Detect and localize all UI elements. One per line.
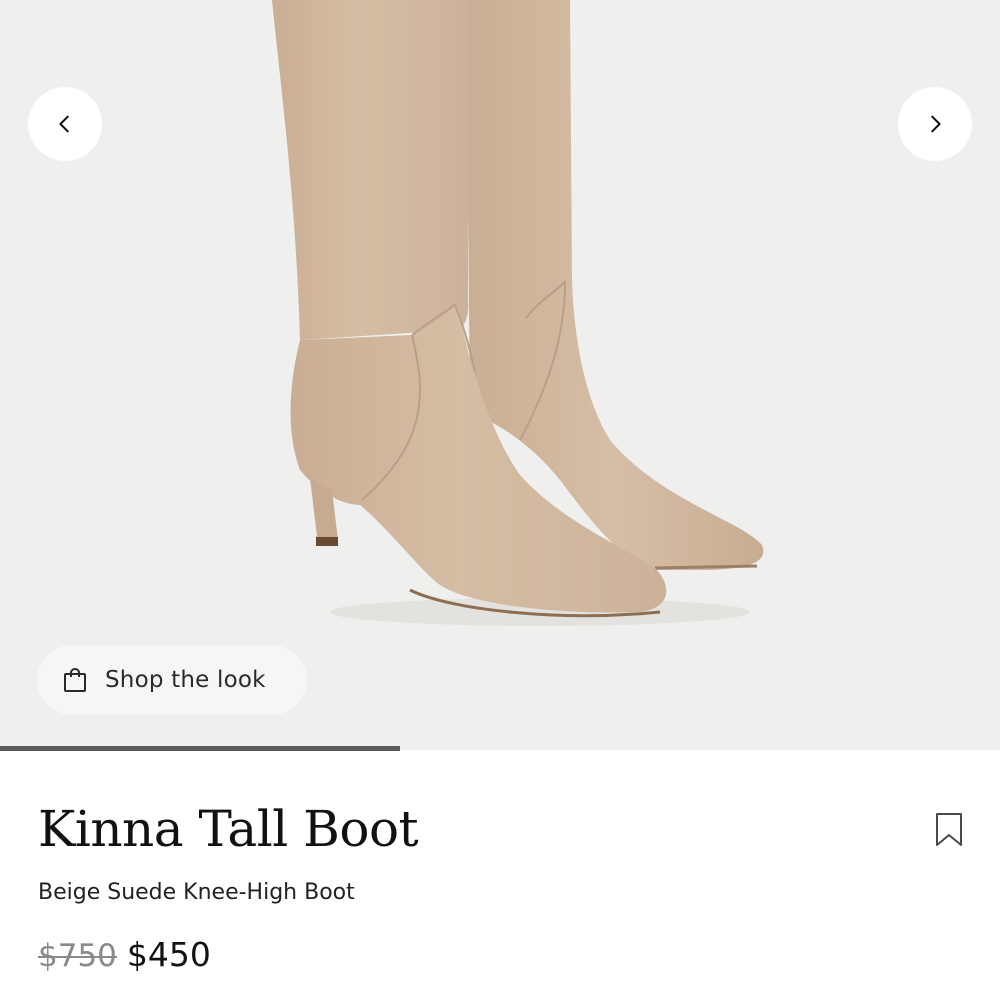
shop-the-look-label: Shop the look (105, 667, 266, 693)
chevron-right-icon (931, 115, 941, 133)
sale-price: $450 (126, 935, 211, 974)
chevron-left-icon (59, 115, 69, 133)
next-image-button[interactable] (898, 87, 972, 161)
original-price: $750 (38, 938, 117, 974)
product-title: Kinna Tall Boot (38, 800, 419, 858)
gallery-progress-fill (0, 746, 400, 751)
product-image (272, 0, 764, 626)
product-subtitle: Beige Suede Knee-High Boot (38, 880, 355, 905)
product-image-gallery[interactable]: Shop the look (0, 0, 1000, 750)
previous-image-button[interactable] (28, 87, 102, 161)
bookmark-icon (936, 813, 962, 846)
gallery-progress-bar (0, 746, 1000, 751)
shopping-bag-icon (62, 667, 88, 693)
bookmark-button[interactable] (934, 812, 964, 848)
product-page: Shop the look Kinna Tall Boot Beige Sued… (0, 0, 1000, 1000)
price: $750 $450 (38, 935, 211, 974)
shop-the-look-button[interactable]: Shop the look (37, 645, 307, 715)
